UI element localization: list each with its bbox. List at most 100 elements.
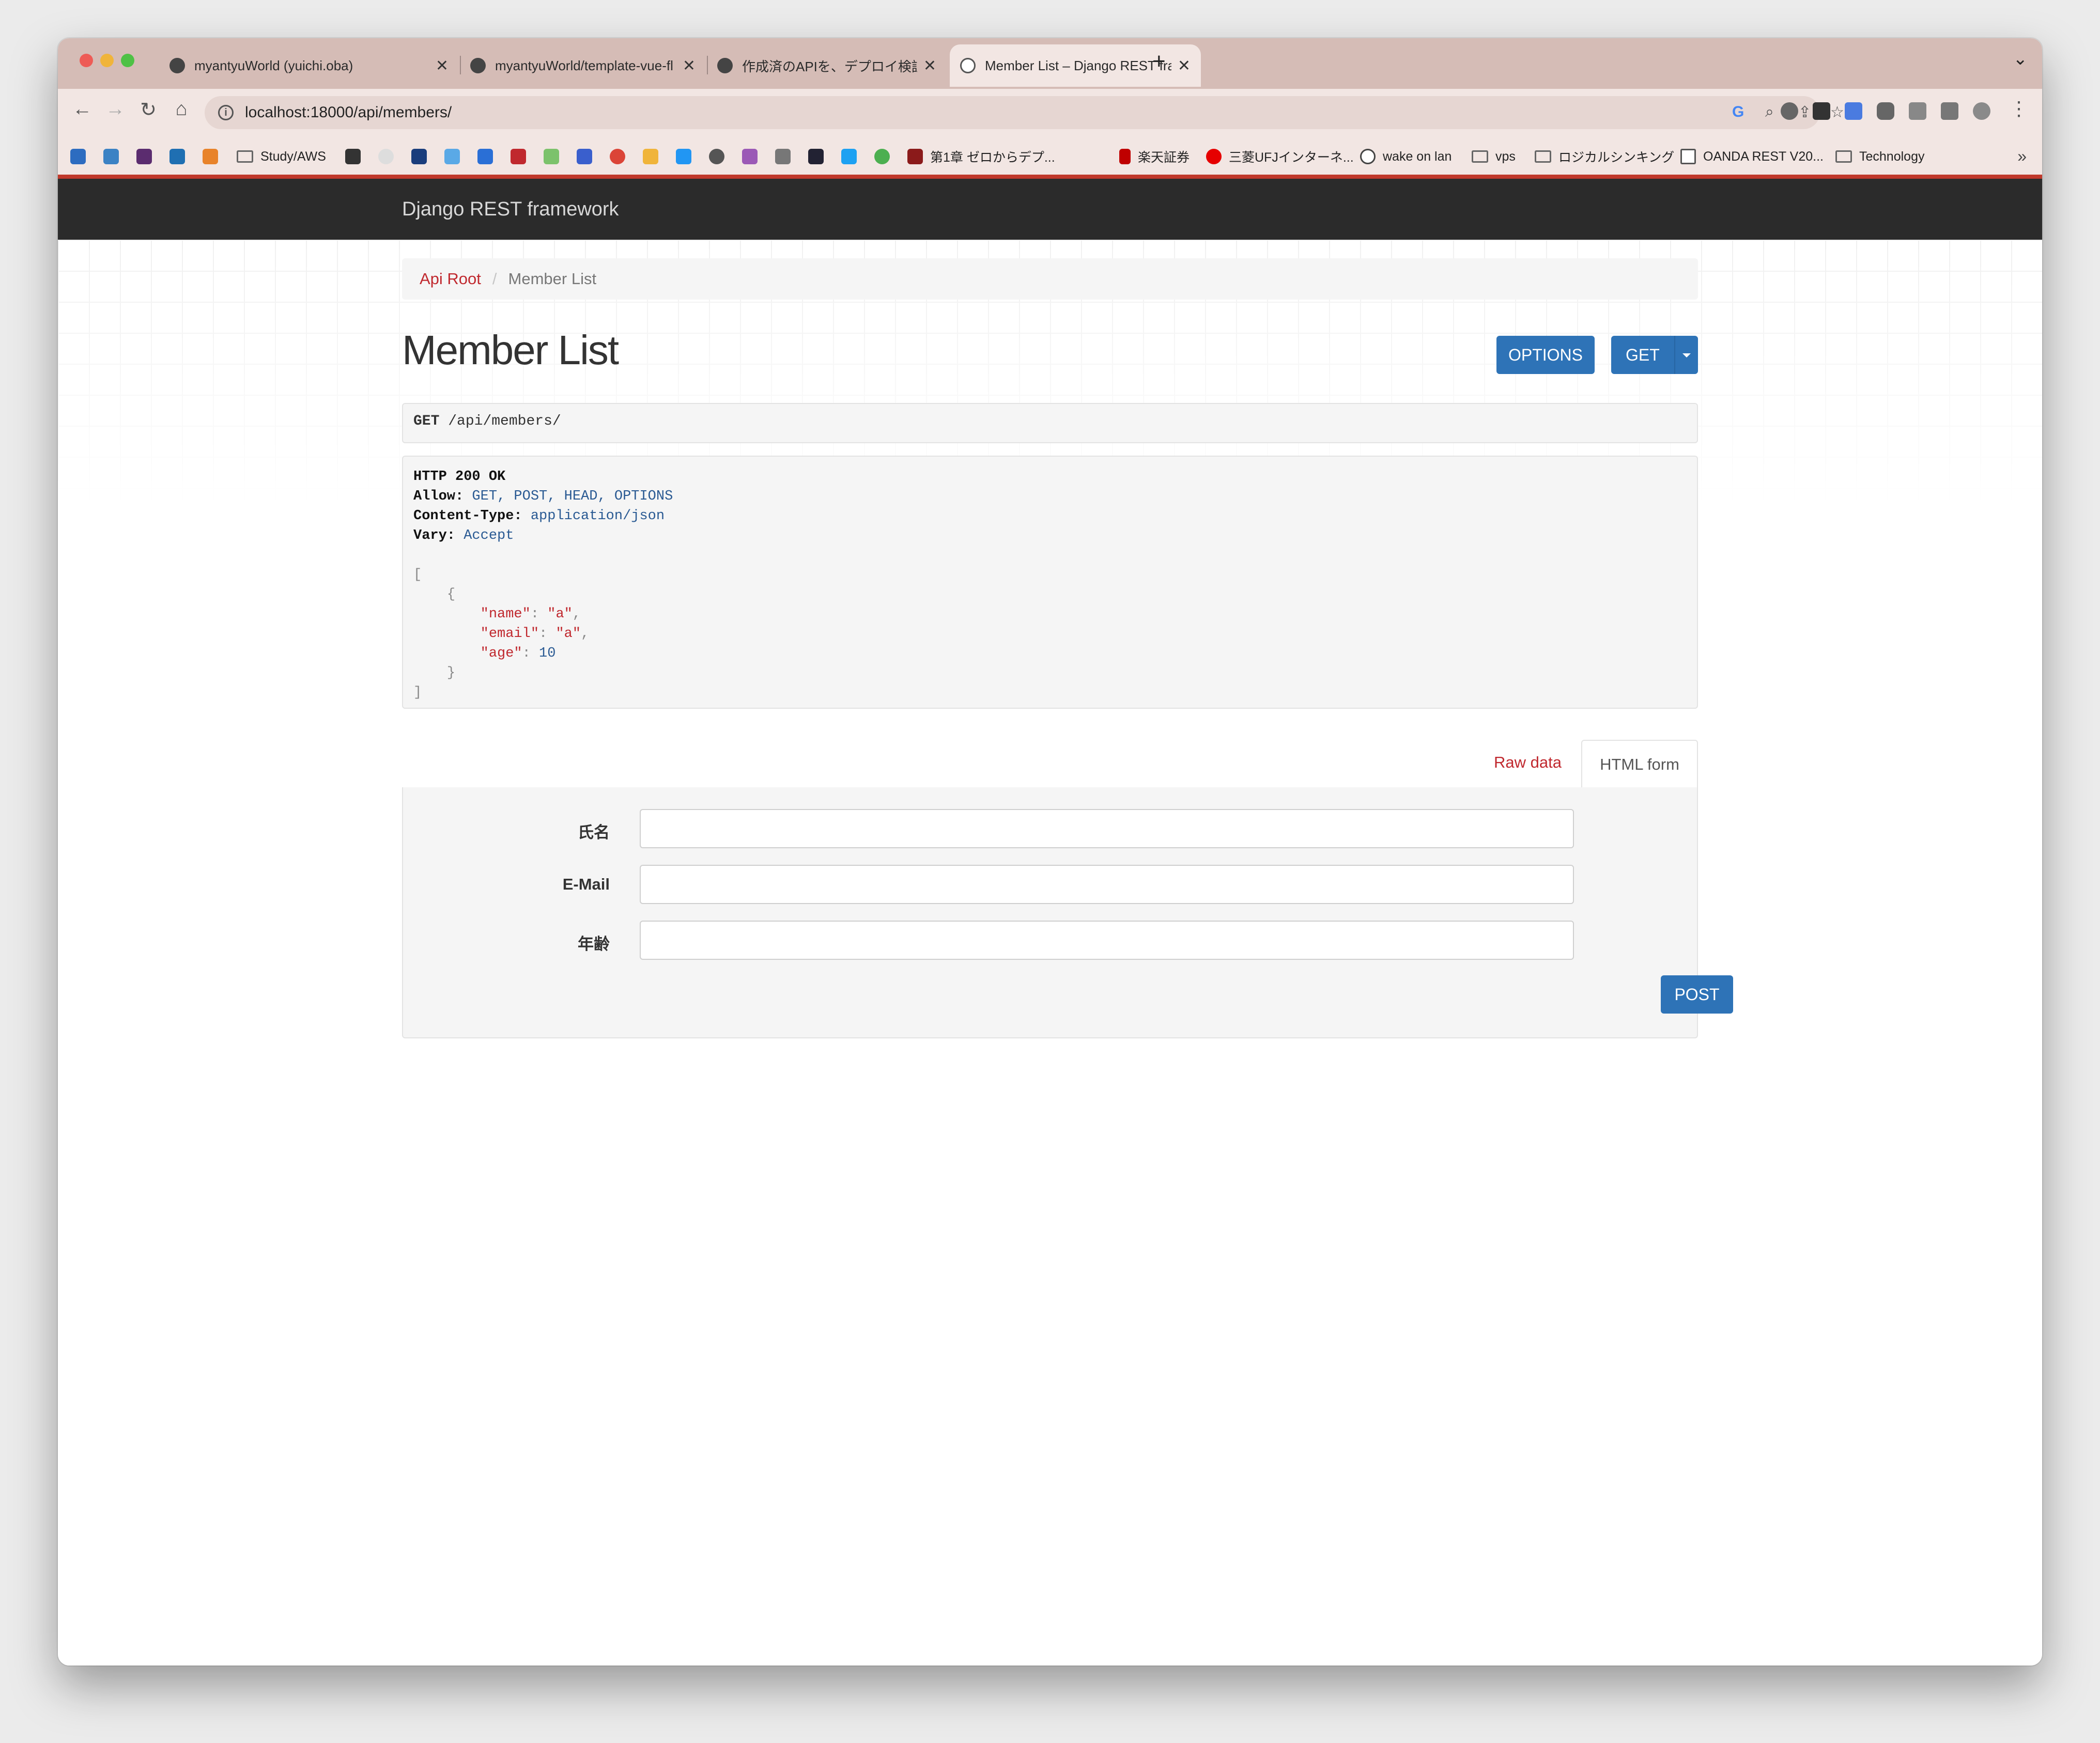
name-input[interactable] [640, 809, 1574, 848]
twitter-icon[interactable] [841, 149, 857, 164]
bookmark-folder-study-aws[interactable]: Study/AWS [237, 148, 326, 165]
close-window-button[interactable] [80, 54, 93, 67]
close-tab-icon[interactable]: ✕ [1178, 57, 1191, 75]
bookmark-icon[interactable] [544, 149, 559, 164]
profile-avatar-icon[interactable] [1973, 102, 1990, 120]
response-status: HTTP 200 OK [413, 469, 506, 485]
translate-icon[interactable] [1845, 102, 1862, 120]
json-key: "name" [480, 606, 531, 622]
form-row-age: 年齢 [403, 921, 1699, 960]
bookmark-icon[interactable] [136, 149, 152, 164]
response-header-allow: Allow: GET, POST, HEAD, OPTIONS [413, 487, 1687, 506]
form-row-email: E-Mail [403, 865, 1699, 904]
maximize-window-button[interactable] [121, 54, 134, 67]
menu-kebab-icon[interactable]: ⋮ [2006, 97, 2032, 120]
json-close-bracket: ] [413, 685, 422, 701]
tab-raw-data[interactable]: Raw data [1494, 753, 1562, 772]
options-button[interactable]: OPTIONS [1496, 336, 1595, 374]
close-tab-icon[interactable]: ✕ [436, 57, 449, 75]
bookmark-folder-vps[interactable]: vps [1472, 148, 1516, 165]
header-value: application/json [530, 508, 665, 524]
home-icon[interactable]: ⌂ [168, 98, 194, 120]
browser-tab-3[interactable]: 作成済のAPIを、デプロイ検証できる ✕ [707, 44, 947, 87]
extension-icon[interactable] [1781, 102, 1798, 120]
bookmark-link[interactable]: OANDA REST V20... [1680, 148, 1824, 165]
bookmark-icon[interactable] [378, 149, 394, 164]
bookmark-icon[interactable] [676, 149, 691, 164]
bookmark-link[interactable]: 三菱UFJインターネ... [1206, 148, 1354, 165]
bookmark-label: Technology [1859, 149, 1925, 164]
bookmark-icon[interactable] [643, 149, 658, 164]
address-bar[interactable]: i localhost:18000/api/members/ G ⌕ ⇪ ☆ [205, 96, 1844, 129]
bookmark-star-icon[interactable]: ☆ [1830, 103, 1844, 121]
request-path: /api/members/ [448, 413, 561, 429]
bookmark-icon[interactable] [742, 149, 758, 164]
zoom-icon[interactable]: ⌕ [1765, 103, 1774, 121]
close-tab-icon[interactable]: ✕ [923, 57, 936, 75]
bookmark-icon[interactable] [411, 149, 427, 164]
reading-list-icon[interactable] [1909, 102, 1926, 120]
json-value: 10 [539, 646, 556, 661]
bookmark-label: wake on lan [1383, 149, 1452, 164]
folder-icon [1535, 150, 1551, 163]
bookmark-icon[interactable] [103, 149, 119, 164]
google-lens-icon[interactable]: G [1732, 103, 1744, 121]
bookmark-icon[interactable] [775, 149, 791, 164]
tab-title: Member List – Django REST fra [985, 57, 1171, 73]
address-bar-url[interactable]: localhost:18000/api/members/ [245, 104, 452, 121]
bookmark-icon[interactable] [345, 149, 361, 164]
minimize-window-button[interactable] [100, 54, 114, 67]
bookmark-link[interactable]: 第1章 ゼロからデプ... [907, 148, 1055, 165]
age-input[interactable] [640, 921, 1574, 960]
bookmark-favicon [907, 149, 923, 164]
extension-s-icon[interactable] [1813, 102, 1830, 120]
close-tab-icon[interactable]: ✕ [683, 57, 696, 75]
globe-icon [1360, 149, 1376, 164]
bookmark-icon[interactable] [511, 149, 526, 164]
new-tab-button[interactable]: + [1152, 49, 1166, 74]
json-field: "email": "a", [480, 626, 590, 642]
bookmark-icon[interactable] [203, 149, 218, 164]
post-button[interactable]: POST [1661, 975, 1733, 1014]
back-arrow-icon[interactable]: ← [69, 98, 95, 120]
bookmark-label: Study/AWS [260, 149, 326, 164]
browser-tab-2[interactable]: myantyuWorld/template-vue-fl ✕ [460, 44, 706, 87]
reload-icon[interactable]: ↻ [135, 98, 161, 121]
json-open-brace-line: { [413, 585, 1687, 604]
side-panel-icon[interactable] [1941, 102, 1958, 120]
breadcrumb-api-root-link[interactable]: Api Root [420, 270, 481, 288]
email-input[interactable] [640, 865, 1574, 904]
bookmark-icon[interactable] [70, 149, 86, 164]
folder-icon [1835, 150, 1852, 163]
bookmark-icon[interactable] [444, 149, 460, 164]
bookmark-icon[interactable] [709, 149, 724, 164]
bookmark-link[interactable]: 楽天証券 [1119, 148, 1190, 165]
form-row-name: 氏名 [403, 809, 1699, 848]
site-info-icon[interactable]: i [218, 105, 234, 120]
bookmark-icon[interactable] [169, 149, 185, 164]
forward-arrow-icon[interactable]: → [102, 98, 128, 120]
bookmark-icon[interactable] [577, 149, 592, 164]
share-icon[interactable]: ⇪ [1798, 103, 1811, 121]
bookmark-icon[interactable] [808, 149, 824, 164]
bookmark-folder-technology[interactable]: Technology [1835, 148, 1924, 165]
bookmark-icon[interactable] [477, 149, 493, 164]
json-open-brace: { [446, 587, 456, 602]
bookmark-label: 三菱UFJインターネ... [1229, 150, 1354, 165]
bookmark-icon[interactable] [874, 149, 890, 164]
bookmark-icon[interactable] [610, 149, 625, 164]
brand-link[interactable]: Django REST framework [402, 198, 619, 221]
tab-search-chevron-icon[interactable]: ⌄ [2013, 49, 2028, 69]
puzzle-extensions-icon[interactable] [1877, 102, 1894, 120]
tab-html-form[interactable]: HTML form [1581, 740, 1698, 788]
page-title: Member List [402, 327, 619, 373]
name-label: 氏名 [578, 823, 610, 842]
breadcrumb-separator: / [492, 270, 497, 288]
bookmark-link[interactable]: wake on lan [1360, 148, 1452, 165]
get-button[interactable]: GET [1611, 336, 1698, 374]
bookmark-label: ロジカルシンキング [1558, 150, 1675, 165]
caret-down-icon[interactable] [1682, 353, 1691, 357]
bookmarks-overflow-icon[interactable]: » [2017, 147, 2027, 166]
browser-tab-1[interactable]: myantyuWorld (yuichi.oba) ✕ [159, 44, 459, 87]
bookmark-folder-logical-thinking[interactable]: ロジカルシンキング [1535, 148, 1674, 165]
